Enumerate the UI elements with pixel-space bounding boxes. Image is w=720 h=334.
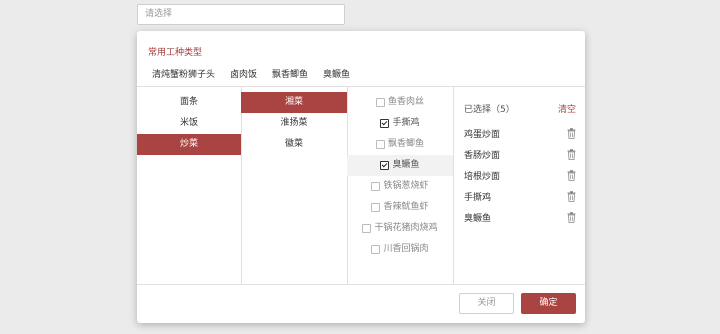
checkbox[interactable] <box>371 182 381 191</box>
selection-panel: 常用工种类型 清炖蟹粉狮子头 卤肉饭 飘香鲫鱼 臭鳜鱼 面条 米饭 炒菜 湘菜 … <box>137 31 585 323</box>
selected-item: 鸡蛋炒面 <box>464 123 576 144</box>
confirm-button[interactable]: 确定 <box>521 293 576 314</box>
close-button[interactable]: 关闭 <box>459 293 514 314</box>
common-type-item[interactable]: 臭鳜鱼 <box>323 67 350 80</box>
trash-icon[interactable] <box>567 170 576 181</box>
common-types-row: 清炖蟹粉狮子头 卤肉饭 飘香鲫鱼 臭鳜鱼 <box>152 67 350 80</box>
dish-label: 手撕鸡 <box>392 118 420 128</box>
cuisine-item-anhui[interactable]: 徽菜 <box>241 134 347 155</box>
trash-icon[interactable] <box>567 149 576 160</box>
selected-item-label: 臭鳜鱼 <box>464 214 492 224</box>
common-types-title: 常用工种类型 <box>148 48 203 58</box>
selected-item-label: 手撕鸡 <box>464 193 492 203</box>
dish-label: 鱼香肉丝 <box>387 97 424 107</box>
cuisine-item-huaiyang[interactable]: 淮扬菜 <box>241 113 347 134</box>
dish-label: 川香回锅肉 <box>383 244 429 254</box>
selected-list: 鸡蛋炒面 香肠炒面 培根炒面 手撕鸡 臭鳜鱼 <box>464 123 576 228</box>
dish-option[interactable]: 手撕鸡 <box>347 113 453 134</box>
trash-icon[interactable] <box>567 128 576 139</box>
selected-item-label: 培根炒面 <box>464 172 501 182</box>
dish-option[interactable]: 干锅花猪肉烧鸡 <box>347 218 453 239</box>
category-column-1: 面条 米饭 炒菜 <box>137 87 242 284</box>
checkbox-checked[interactable] <box>380 161 390 170</box>
category-item-rice[interactable]: 米饭 <box>137 113 241 134</box>
cascade-columns: 面条 米饭 炒菜 湘菜 淮扬菜 徽菜 鱼香肉丝 手撕鸡 飘香鲫鱼 臭鳜鱼 铁锅葱… <box>137 86 585 285</box>
common-type-item[interactable]: 卤肉饭 <box>230 67 257 80</box>
selected-item: 臭鳜鱼 <box>464 207 576 228</box>
selected-item-label: 香肠炒面 <box>464 151 501 161</box>
checkbox[interactable] <box>371 203 381 212</box>
cascade-select-input[interactable]: 请选择 <box>137 4 345 25</box>
dish-label: 飘香鲫鱼 <box>387 139 424 149</box>
dish-label: 铁锅葱烧虾 <box>383 181 429 191</box>
cuisine-item-hunan[interactable]: 湘菜 <box>241 92 347 113</box>
selected-count-header: 已选择（5） <box>464 105 515 115</box>
clear-all-button[interactable]: 清空 <box>558 102 576 115</box>
checkbox[interactable] <box>375 98 385 107</box>
selected-column: 已选择（5） 清空 鸡蛋炒面 香肠炒面 培根炒面 手撕鸡 臭鳜鱼 <box>453 87 585 284</box>
dish-option[interactable]: 川香回锅肉 <box>347 239 453 260</box>
selected-item: 香肠炒面 <box>464 144 576 165</box>
category-column-2: 湘菜 淮扬菜 徽菜 <box>241 87 348 284</box>
dish-label: 干锅花猪肉烧鸡 <box>374 223 438 233</box>
trash-icon[interactable] <box>567 191 576 202</box>
dish-option[interactable]: 香辣鱿鱼虾 <box>347 197 453 218</box>
selected-item: 培根炒面 <box>464 165 576 186</box>
dish-option[interactable]: 鱼香肉丝 <box>347 92 453 113</box>
common-type-item[interactable]: 飘香鲫鱼 <box>272 67 308 80</box>
checkbox[interactable] <box>375 140 385 149</box>
dish-label: 臭鳜鱼 <box>392 160 420 170</box>
common-type-item[interactable]: 清炖蟹粉狮子头 <box>152 67 215 80</box>
dish-label: 香辣鱿鱼虾 <box>383 202 429 212</box>
trash-icon[interactable] <box>567 212 576 223</box>
category-item-noodles[interactable]: 面条 <box>137 92 241 113</box>
selected-item: 手撕鸡 <box>464 186 576 207</box>
checkbox-checked[interactable] <box>380 119 390 128</box>
dish-column: 鱼香肉丝 手撕鸡 飘香鲫鱼 臭鳜鱼 铁锅葱烧虾 香辣鱿鱼虾 干锅花猪肉烧鸡 川香… <box>347 87 454 284</box>
dish-option[interactable]: 铁锅葱烧虾 <box>347 176 453 197</box>
selected-item-label: 鸡蛋炒面 <box>464 130 501 140</box>
dish-option[interactable]: 臭鳜鱼 <box>347 155 453 176</box>
checkbox[interactable] <box>362 224 372 233</box>
category-item-stirfry[interactable]: 炒菜 <box>137 134 241 155</box>
dish-option[interactable]: 飘香鲫鱼 <box>347 134 453 155</box>
checkbox[interactable] <box>371 245 381 254</box>
